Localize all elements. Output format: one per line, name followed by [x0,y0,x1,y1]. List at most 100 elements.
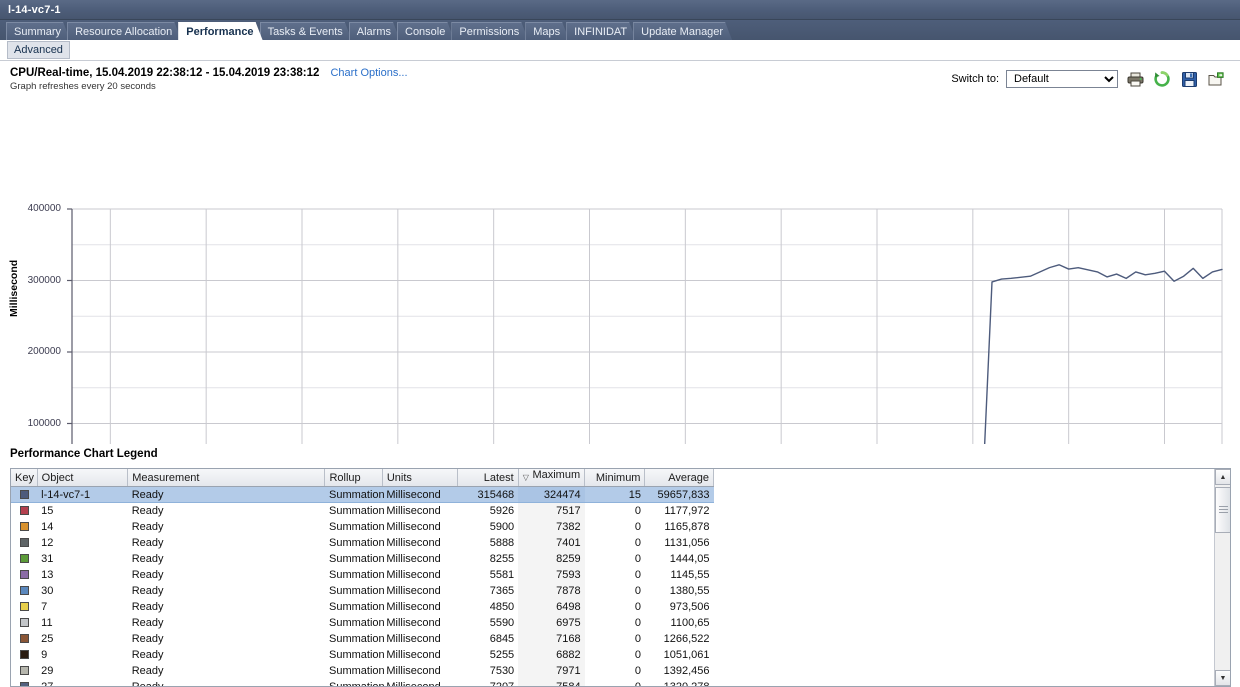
legend-cell-maximum: 7971 [518,663,584,679]
legend-cell-maximum: 6975 [518,615,584,631]
legend-cell-minimum: 0 [585,663,645,679]
switch-to-label: Switch to: [951,73,999,85]
legend-col-maximum[interactable]: ▽Maximum [518,469,584,487]
legend-cell-maximum: 324474 [518,487,584,503]
tab-performance[interactable]: Performance [178,22,262,40]
legend-cell-rollup: Summation [325,487,382,503]
print-icon[interactable] [1125,69,1145,89]
scrollbar-thumb[interactable] [1215,487,1231,533]
legend-col-latest[interactable]: Latest [458,469,518,487]
tab-tasks-events[interactable]: Tasks & Events [260,22,352,40]
tab-alarms[interactable]: Alarms [349,22,400,40]
legend-col-object[interactable]: Object [37,469,128,487]
legend-cell-minimum: 0 [585,599,645,615]
legend-key-cell [11,487,37,503]
series-color-swatch-icon [20,586,29,595]
legend-col-rollup[interactable]: Rollup [325,469,382,487]
legend-cell-minimum: 0 [585,583,645,599]
legend-cell-measurement: Ready [128,519,325,535]
legend-cell-average: 1165,878 [645,519,714,535]
legend-cell-average: 1320,278 [645,679,714,687]
series-color-swatch-icon [20,618,29,627]
legend-cell-measurement: Ready [128,631,325,647]
legend-col-key[interactable]: Key [11,469,37,487]
export-icon[interactable] [1206,69,1226,89]
tab-permissions[interactable]: Permissions [451,22,528,40]
performance-legend-table: Key Object Measurement RollupUnitsLatest▽Ma… [10,468,1231,687]
tab-console[interactable]: Console [397,22,454,40]
legend-cell-units: Millisecond [382,567,457,583]
legend-cell-latest: 5255 [458,647,518,663]
legend-cell-rollup: Summation [325,503,382,519]
table-row[interactable]: 14ReadySummationMillisecond5900738201165… [11,519,714,535]
legend-col-units[interactable]: Units [382,469,457,487]
legend-cell-minimum: 0 [585,679,645,687]
refresh-icon[interactable] [1152,69,1172,89]
legend-cell-object: 25 [37,631,128,647]
scroll-down-icon[interactable]: ▼ [1215,670,1231,686]
tab-infinidat[interactable]: INFINIDAT [566,22,636,40]
table-row[interactable]: 25ReadySummationMillisecond6845716801266… [11,631,714,647]
legend-cell-rollup: Summation [325,631,382,647]
legend-col-minimum[interactable]: Minimum [585,469,645,487]
series-color-swatch-icon [20,538,29,547]
table-row[interactable]: 12ReadySummationMillisecond5888740101131… [11,535,714,551]
switch-to-select[interactable]: Default [1006,70,1118,88]
save-icon[interactable] [1179,69,1199,89]
legend-cell-object: 7 [37,599,128,615]
legend-cell-latest: 7530 [458,663,518,679]
series-color-swatch-icon [20,602,29,611]
legend-cell-rollup: Summation [325,615,382,631]
legend-cell-maximum: 7168 [518,631,584,647]
table-row[interactable]: 30ReadySummationMillisecond7365787801380… [11,583,714,599]
legend-cell-object: 13 [37,567,128,583]
subtab-advanced[interactable]: Advanced [7,41,70,59]
legend-cell-minimum: 0 [585,567,645,583]
tab-summary[interactable]: Summary [6,22,70,40]
window-titlebar: l-14-vc7-1 [0,0,1240,20]
legend-cell-minimum: 0 [585,615,645,631]
table-row[interactable]: 31ReadySummationMillisecond8255825901444… [11,551,714,567]
legend-key-cell [11,631,37,647]
tab-resource-allocation[interactable]: Resource Allocation [67,22,181,40]
tab-update-manager[interactable]: Update Manager [633,22,732,40]
legend-cell-object: 12 [37,535,128,551]
legend-cell-measurement: Ready [128,647,325,663]
table-row[interactable]: 29ReadySummationMillisecond7530797101392… [11,663,714,679]
legend-key-cell [11,679,37,687]
table-row[interactable]: 15ReadySummationMillisecond5926751701177… [11,503,714,519]
legend-cell-maximum: 7401 [518,535,584,551]
legend-table-scrollbar[interactable]: ▲ ▼ [1214,469,1230,686]
legend-col-average[interactable]: Average [645,469,714,487]
legend-cell-rollup: Summation [325,519,382,535]
legend-cell-minimum: 0 [585,519,645,535]
table-row[interactable]: l-14-vc7-1ReadySummationMillisecond31546… [11,487,714,503]
table-row[interactable]: 7ReadySummationMillisecond485064980973,5… [11,599,714,615]
legend-cell-latest: 5888 [458,535,518,551]
legend-cell-rollup: Summation [325,583,382,599]
legend-cell-minimum: 0 [585,535,645,551]
legend-table-scroll-region: Key Object Measurement RollupUnitsLatest▽Ma… [11,469,1214,686]
legend-cell-units: Millisecond [382,519,457,535]
chart-options-link[interactable]: Chart Options... [330,67,407,79]
legend-key-cell [11,519,37,535]
tab-maps[interactable]: Maps [525,22,569,40]
table-row[interactable]: 13ReadySummationMillisecond5581759301145… [11,567,714,583]
legend-col-label: Object [42,472,74,484]
table-row[interactable]: 27ReadySummationMillisecond7207758401320… [11,679,714,687]
chart-header: CPU/Real-time, 15.04.2019 22:38:12 - 15.… [0,61,1240,99]
scroll-up-icon[interactable]: ▲ [1215,469,1231,485]
legend-cell-object: 15 [37,503,128,519]
chart-title: CPU/Real-time, 15.04.2019 22:38:12 - 15.… [10,67,319,79]
table-row[interactable]: 11ReadySummationMillisecond5590697501100… [11,615,714,631]
legend-col-label: Measurement [132,472,199,484]
table-row[interactable]: 9ReadySummationMillisecond5255688201051,… [11,647,714,663]
series-color-swatch-icon [20,506,29,515]
legend-col-measurement[interactable]: Measurement [128,469,325,487]
legend-cell-object: 31 [37,551,128,567]
legend-cell-rollup: Summation [325,551,382,567]
series-color-swatch-icon [20,570,29,579]
legend-cell-minimum: 0 [585,631,645,647]
legend-cell-units: Millisecond [382,599,457,615]
legend-cell-average: 1177,972 [645,503,714,519]
